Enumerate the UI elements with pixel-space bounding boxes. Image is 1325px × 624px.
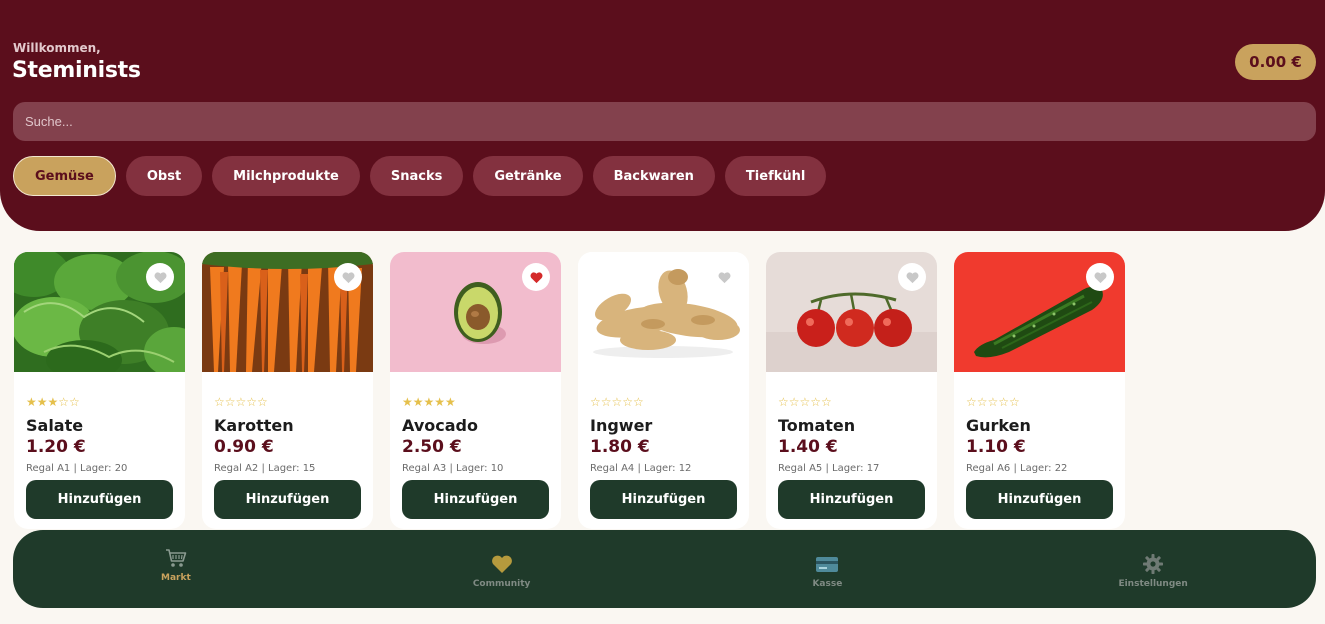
heart-icon [1093,271,1107,283]
search-input[interactable] [13,102,1316,141]
category-chip[interactable]: Tiefkühl [724,156,827,196]
add-to-cart-button[interactable]: Hinzufügen [966,480,1113,519]
heart-icon [153,271,167,283]
product-price: 2.50 € [402,437,462,457]
favorite-button[interactable] [146,263,174,291]
add-to-cart-button[interactable]: Hinzufügen [778,480,925,519]
product-card: ☆☆☆☆☆ Ingwer 1.80 € Regal A4 | Lager: 12… [578,252,749,529]
nav-item-markt[interactable]: Markt [13,530,339,608]
product-card: ☆☆☆☆☆ Tomaten 1.40 € Regal A5 | Lager: 1… [766,252,937,529]
favorite-button[interactable] [898,263,926,291]
heart-icon [491,555,512,573]
rating-stars: ☆☆☆☆☆ [966,395,1020,409]
add-to-cart-button[interactable]: Hinzufügen [402,480,549,519]
product-card: ☆☆☆☆☆ Karotten 0.90 € Regal A2 | Lager: … [202,252,373,529]
favorite-button[interactable] [1086,263,1114,291]
nav-item-community[interactable]: Community [339,530,665,608]
add-to-cart-button[interactable]: Hinzufügen [590,480,737,519]
nav-label: Einstellungen [1118,579,1188,589]
nav-label: Community [472,579,531,589]
rating-stars: ★★★★★ [402,395,456,409]
product-grid: ★★★☆☆ Salate 1.20 € Regal A1 | Lager: 20… [14,252,1125,529]
product-location: Regal A6 | Lager: 22 [966,463,1068,474]
cart-icon [165,549,187,567]
product-card: ☆☆☆☆☆ Gurken 1.10 € Regal A6 | Lager: 22… [954,252,1125,529]
favorite-button[interactable] [522,263,550,291]
category-chip[interactable]: Getränke [473,156,583,196]
category-chip[interactable]: Backwaren [592,156,715,196]
product-location: Regal A1 | Lager: 20 [26,463,128,474]
heart-icon [529,271,543,283]
nav-label: Markt [160,573,191,583]
card-icon [816,557,839,572]
product-location: Regal A2 | Lager: 15 [214,463,316,474]
product-location: Regal A5 | Lager: 17 [778,463,880,474]
gear-icon [1143,554,1164,574]
product-name: Gurken [966,416,1031,435]
rating-stars: ☆☆☆☆☆ [214,395,268,409]
product-price: 1.40 € [778,437,838,457]
favorite-button[interactable] [710,263,738,291]
category-chip[interactable]: Milchprodukte [212,156,360,196]
category-chip[interactable]: Gemüse [13,156,116,196]
product-name: Avocado [402,416,478,435]
product-name: Salate [26,416,84,435]
add-to-cart-button[interactable]: Hinzufügen [214,480,361,519]
username: Steminists [12,58,141,83]
product-card: ★★★☆☆ Salate 1.20 € Regal A1 | Lager: 20… [14,252,185,529]
product-price: 1.20 € [26,437,86,457]
product-name: Karotten [214,416,294,435]
nav-label: Kasse [812,579,843,589]
product-location: Regal A3 | Lager: 10 [402,463,504,474]
heart-icon [341,271,355,283]
product-price: 1.80 € [590,437,650,457]
nav-item-einstellungen[interactable]: Einstellungen [990,530,1316,608]
category-bar: Gemüse Obst Milchprodukte Snacks Getränk… [13,156,827,196]
rating-stars: ☆☆☆☆☆ [778,395,832,409]
bottom-nav: Markt Community Kasse Einstellungen [13,530,1316,608]
product-name: Tomaten [778,416,856,435]
product-name: Ingwer [590,416,653,435]
heart-icon [905,271,919,283]
heart-icon [717,271,731,283]
product-price: 1.10 € [966,437,1026,457]
add-to-cart-button[interactable]: Hinzufügen [26,480,173,519]
product-price: 0.90 € [214,437,274,457]
rating-stars: ☆☆☆☆☆ [590,395,644,409]
rating-stars: ★★★☆☆ [26,395,80,409]
product-card: ★★★★★ Avocado 2.50 € Regal A3 | Lager: 1… [390,252,561,529]
nav-item-kasse[interactable]: Kasse [665,530,991,608]
balance-badge[interactable]: 0.00 € [1235,44,1316,80]
category-chip[interactable]: Snacks [369,156,464,196]
favorite-button[interactable] [334,263,362,291]
welcome-text: Willkommen, [13,41,101,55]
header: Willkommen, Steminists 0.00 € Gemüse Obs… [0,0,1325,231]
category-chip[interactable]: Obst [125,156,203,196]
product-location: Regal A4 | Lager: 12 [590,463,692,474]
